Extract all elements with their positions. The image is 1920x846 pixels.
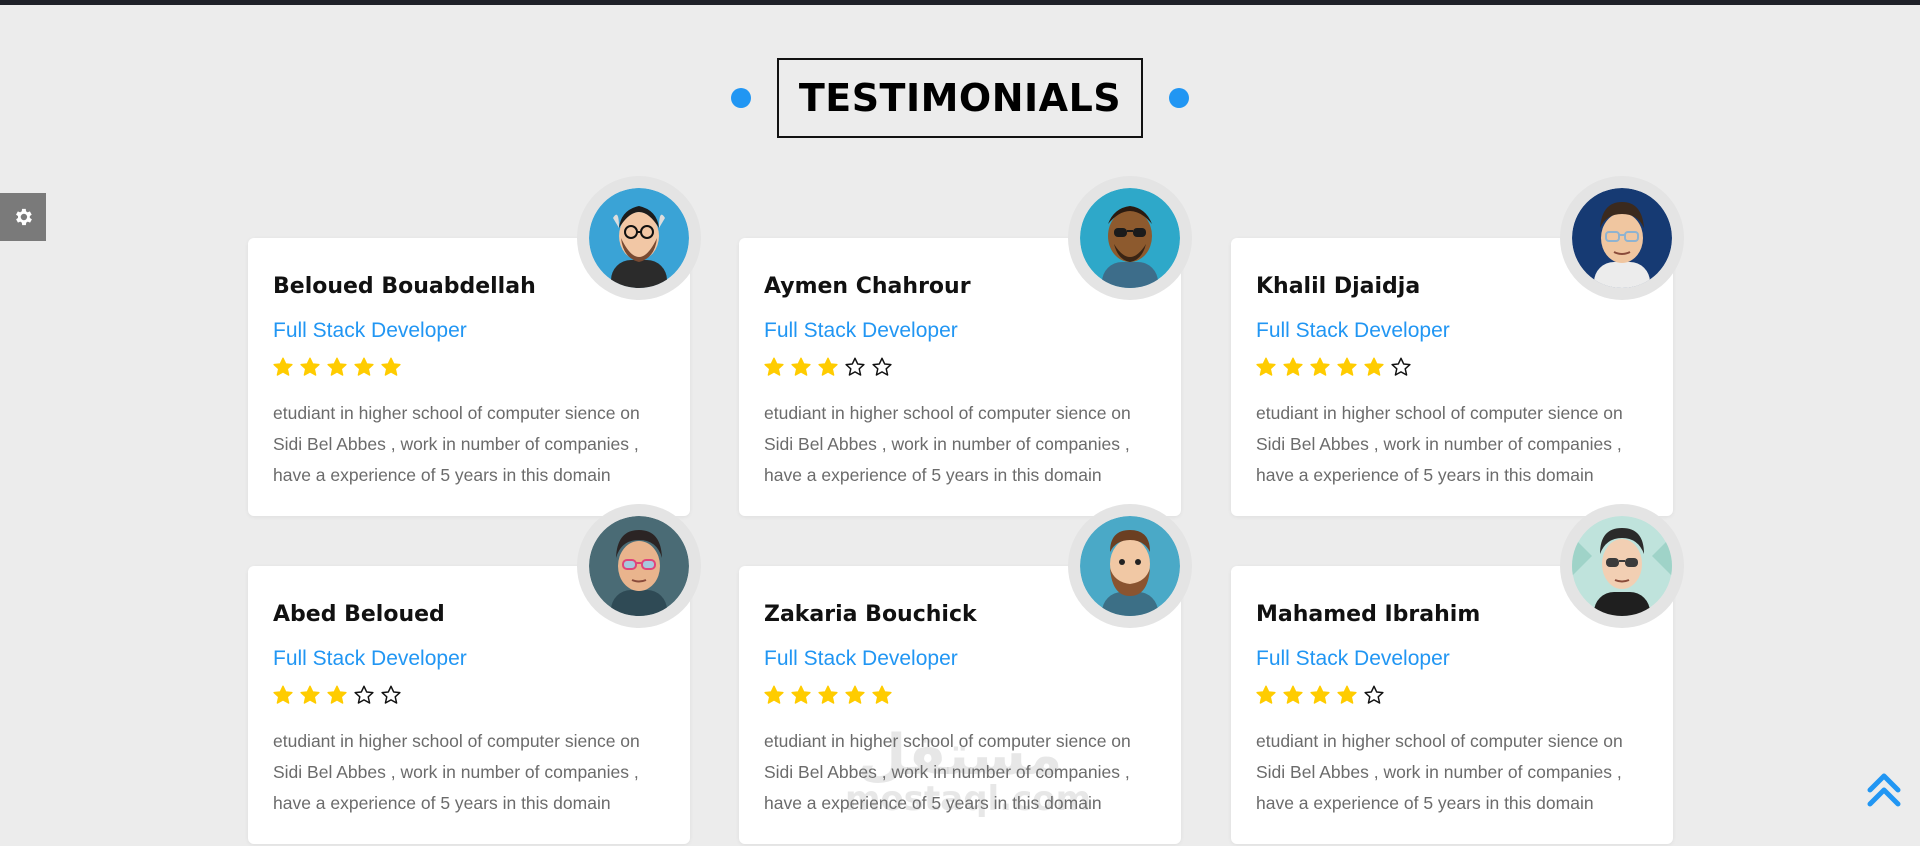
rating-stars <box>763 356 893 378</box>
man-pink-glasses-avatar-icon <box>589 516 689 616</box>
heading-dot-left <box>730 88 751 108</box>
star-empty-icon <box>1364 685 1384 704</box>
testimonial-role: Full Stack Developer <box>273 647 467 670</box>
testimonial-bio: etudiant in higher school of computer si… <box>273 731 640 813</box>
star-filled-icon <box>1364 357 1384 376</box>
star-filled-icon <box>273 685 293 704</box>
star-filled-icon <box>1310 685 1330 704</box>
star-filled-icon <box>300 685 320 704</box>
star-filled-icon <box>1256 357 1276 376</box>
star-filled-icon <box>872 685 892 704</box>
star-filled-icon <box>818 685 838 704</box>
testimonial-bio: etudiant in higher school of computer si… <box>764 403 1131 485</box>
rating-stars <box>1255 356 1412 378</box>
star-filled-icon <box>1337 357 1357 376</box>
star-empty-icon <box>354 685 374 704</box>
star-filled-icon <box>1337 685 1357 704</box>
double-chevron-up-icon <box>1867 773 1901 807</box>
star-filled-icon <box>818 357 838 376</box>
avatar <box>1560 504 1684 628</box>
testimonial-name: Zakaria Bouchick <box>764 602 977 627</box>
avatar <box>1068 176 1192 300</box>
star-empty-icon <box>845 357 865 376</box>
gear-icon <box>16 208 32 226</box>
rating-stars <box>763 684 893 706</box>
heading-dot-right <box>1169 88 1190 108</box>
watermark-latin: mostaql.com <box>845 779 1092 819</box>
star-filled-icon <box>764 357 784 376</box>
star-filled-icon <box>354 357 374 376</box>
star-filled-icon <box>1283 685 1303 704</box>
testimonial-name: Khalil Djaidja <box>1256 274 1421 299</box>
testimonial-bio: etudiant in higher school of computer si… <box>1256 731 1623 813</box>
star-filled-icon <box>764 685 784 704</box>
rating-stars <box>1255 684 1385 706</box>
top-bar <box>0 0 1920 5</box>
avatar <box>1560 176 1684 300</box>
star-filled-icon <box>791 357 811 376</box>
testimonial-bio: etudiant in higher school of computer si… <box>1256 403 1623 485</box>
star-empty-icon <box>381 685 401 704</box>
testimonial-role: Full Stack Developer <box>764 647 958 670</box>
man-glasses-avatar-icon <box>1572 188 1672 288</box>
section-header: TESTIMONIALS <box>0 58 1920 138</box>
star-filled-icon <box>1310 357 1330 376</box>
rating-stars <box>272 684 402 706</box>
bearded-man-glasses-avatar-icon <box>589 188 689 288</box>
star-filled-icon <box>273 357 293 376</box>
man-aviator-glasses-avatar-icon <box>1572 516 1672 616</box>
star-filled-icon <box>327 685 347 704</box>
watermark: مستقل mostaql.com <box>845 723 1092 819</box>
testimonial-bio: etudiant in higher school of computer si… <box>273 403 640 485</box>
star-filled-icon <box>845 685 865 704</box>
back-to-top-button[interactable] <box>1866 770 1902 810</box>
bearded-man-avatar-icon <box>1080 516 1180 616</box>
star-filled-icon <box>1283 357 1303 376</box>
testimonial-name: Abed Beloued <box>273 602 445 627</box>
star-filled-icon <box>381 357 401 376</box>
star-empty-icon <box>872 357 892 376</box>
rating-stars <box>272 356 402 378</box>
avatar <box>577 176 701 300</box>
star-filled-icon <box>327 357 347 376</box>
avatar <box>1068 504 1192 628</box>
star-filled-icon <box>300 357 320 376</box>
avatar <box>577 504 701 628</box>
watermark-arabic: مستقل <box>857 723 1063 788</box>
star-empty-icon <box>1391 357 1411 376</box>
testimonial-name: Beloued Bouabdellah <box>273 274 536 299</box>
star-filled-icon <box>1256 685 1276 704</box>
section-title: TESTIMONIALS <box>776 58 1144 138</box>
man-sunglasses-avatar-icon <box>1080 188 1180 288</box>
testimonial-name: Aymen Chahrour <box>764 274 971 299</box>
testimonial-role: Full Stack Developer <box>1256 647 1450 670</box>
star-filled-icon <box>791 685 811 704</box>
testimonial-role: Full Stack Developer <box>764 319 958 342</box>
testimonial-role: Full Stack Developer <box>1256 319 1450 342</box>
settings-toggle-button[interactable] <box>0 193 46 241</box>
testimonial-role: Full Stack Developer <box>273 319 467 342</box>
testimonial-name: Mahamed Ibrahim <box>1256 602 1481 627</box>
